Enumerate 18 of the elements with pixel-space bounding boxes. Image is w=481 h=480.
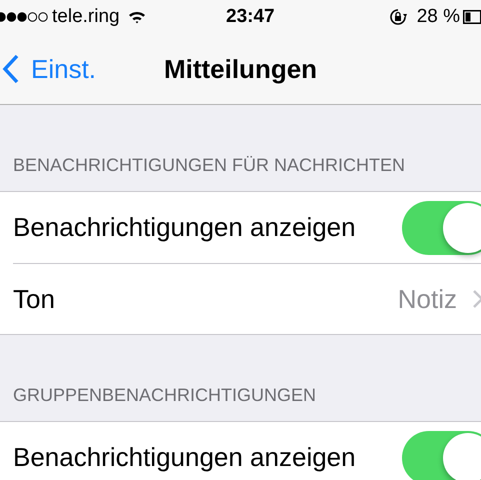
signal-icon [0, 12, 48, 22]
back-button[interactable]: Einst. [1, 50, 96, 88]
toggle-switch[interactable] [402, 200, 481, 254]
row-label: Benachrichtigungen anzeigen [13, 211, 356, 244]
screen-title: Mitteilungen [164, 52, 318, 86]
battery-icon [463, 10, 481, 24]
toggle-switch[interactable] [402, 430, 481, 480]
chevron-left-icon [1, 54, 21, 84]
battery-percent: 28 % [416, 4, 460, 29]
section-header: BENACHRICHTIGUNGEN FÜR NACHRICHTEN [13, 154, 406, 177]
wifi-icon [128, 10, 146, 24]
section-header: GRUPPENBENACHRICHTIGUNGEN [13, 384, 316, 407]
row-value: Notiz [398, 282, 457, 316]
row-label: Benachrichtigungen anzeigen [13, 441, 356, 474]
rotation-lock-icon [388, 8, 407, 26]
clock: 23:47 [226, 4, 275, 29]
carrier-name: tele.ring [52, 4, 120, 29]
row-label: Ton [13, 282, 55, 316]
